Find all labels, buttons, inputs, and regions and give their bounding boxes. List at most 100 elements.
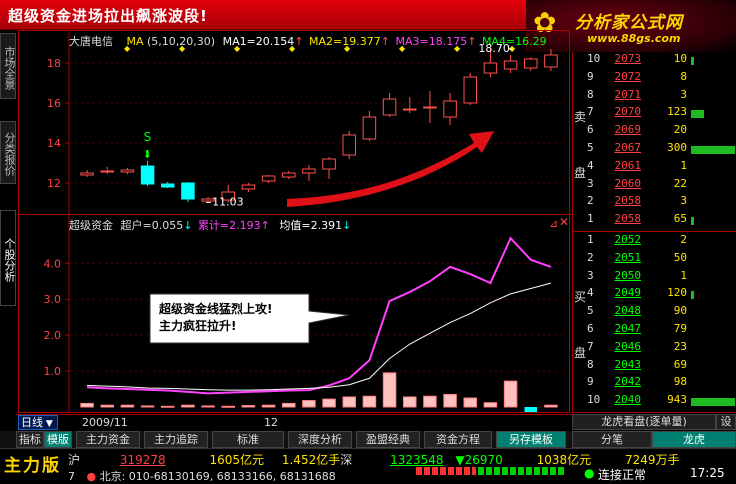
buy-row[interactable]: 8 2043 69	[573, 358, 736, 376]
sell-price: 2069	[614, 123, 642, 137]
tab-bar: 指标 模版 主力资金 主力追踪 标准 深度分析 盈盟经典 资金方程 另存模板 分…	[0, 431, 736, 448]
buy-volume: 50	[673, 250, 687, 264]
tab-main-funds[interactable]: 主力资金	[76, 431, 140, 448]
buy-row[interactable]: 2 2051 50	[573, 251, 736, 269]
ma-marker-dot: ◆	[234, 44, 241, 53]
period-selector[interactable]: 日线 ▼	[18, 415, 58, 430]
volume-bar	[382, 372, 397, 408]
buy-row[interactable]: 9 2042 98	[573, 375, 736, 393]
buy-level: 8	[587, 357, 594, 371]
sell-row[interactable]: 10 2073 10	[573, 52, 736, 70]
buy-row[interactable]: 7 2046 23	[573, 340, 736, 358]
chart-canvas[interactable]: 18161412◆◆◆◆◆◆◆◆ S⬇18.7011.03 4.03.02.01…	[19, 31, 569, 412]
sz-amount: 1038亿元	[536, 453, 592, 467]
sell-row[interactable]: 7 2070 123	[573, 105, 736, 123]
sell-price: 2067	[614, 141, 642, 154]
logo-url: www.88gs.com	[587, 32, 681, 45]
buy-price: 2052	[614, 233, 642, 246]
buy-level: 5	[587, 304, 594, 318]
annotation-text: 超级资金线猛烈上攻! 主力疯狂拉升!	[159, 302, 273, 333]
order-book-footer[interactable]: 龙虎看盘(逐单量)	[572, 414, 716, 430]
buy-level: 3	[587, 268, 594, 282]
tab-standard[interactable]: 标准	[212, 431, 284, 448]
candle-body	[241, 184, 256, 190]
connection-icon: ●	[584, 466, 595, 480]
x-date-2: 12	[264, 416, 278, 429]
buy-volume: 943	[667, 393, 687, 407]
sell-row[interactable]: 4 2061 1	[573, 159, 736, 177]
volume-bar	[443, 393, 457, 408]
tab-indicator[interactable]: 指标	[16, 431, 44, 448]
candle-body	[402, 108, 417, 111]
left-tab-category[interactable]: 分类报价	[0, 121, 16, 184]
volume-bar	[100, 404, 115, 408]
sell-volume: 8	[680, 69, 687, 83]
tab-classic[interactable]: 盈盟经典	[356, 431, 420, 448]
market-line-2: 7 ● 北京: 010-68130169, 68133166, 68131688	[68, 470, 336, 483]
chart-panel[interactable]: 大唐电信 MA (5,10,20,30) MA1=20.154↑ MA2=19.…	[18, 30, 571, 413]
buy-volume: 69	[673, 357, 687, 371]
buy-volume: 1	[680, 268, 687, 282]
sell-row[interactable]: 3 2060 22	[573, 177, 736, 195]
buy-row[interactable]: 5 2048 90	[573, 304, 736, 322]
left-tab-market[interactable]: 市场全景	[0, 33, 16, 99]
volume-bar	[503, 380, 518, 408]
volume-bar	[221, 405, 236, 408]
brand-label: 主力版	[4, 456, 61, 476]
sell-row[interactable]: 9 2072 8	[573, 70, 736, 88]
volume-bar	[423, 395, 437, 408]
sell-volume: 3	[680, 87, 687, 101]
sell-volume: 10	[673, 52, 687, 65]
sell-row[interactable]: 5 2067 300	[573, 141, 736, 159]
sell-volume: 20	[673, 123, 687, 137]
candle-body	[160, 183, 175, 188]
sell-volume: 3	[680, 194, 687, 208]
candle-body	[463, 76, 478, 104]
candle-body	[140, 165, 155, 185]
buy-price: 2049	[614, 286, 642, 300]
sell-level: 1	[587, 212, 594, 226]
buy-level: 9	[587, 375, 594, 389]
clock: 17:25	[690, 466, 725, 480]
tab-main-tracking[interactable]: 主力追踪	[144, 431, 208, 448]
sell-price: 2070	[614, 105, 642, 119]
candle-body	[503, 60, 518, 70]
tab-template[interactable]: 模版	[44, 431, 72, 448]
left-tab-stock-analysis[interactable]: 个股分析	[0, 210, 16, 306]
y-tick-label: 4.0	[44, 257, 62, 270]
buy-row[interactable]: 6 2047 79	[573, 322, 736, 340]
tab-fund-equation[interactable]: 资金方程	[424, 431, 492, 448]
breadth-bar	[416, 467, 576, 475]
tab-save-template[interactable]: 另存模板	[496, 431, 566, 448]
sell-level: 3	[587, 176, 594, 190]
high-price-label: 18.70	[478, 42, 510, 55]
buy-row[interactable]: 4 2049 120	[573, 286, 736, 304]
sell-row[interactable]: 1 2058 65	[573, 212, 736, 230]
tab-tick[interactable]: 分笔	[572, 431, 652, 448]
sell-level: 4	[587, 158, 594, 172]
buy-row[interactable]: 1 2052 2	[573, 233, 736, 251]
buy-volume: 79	[673, 322, 687, 335]
sell-row[interactable]: 8 2071 3	[573, 88, 736, 106]
order-book-settings-button[interactable]: 设	[716, 414, 736, 430]
sell-level: 8	[587, 87, 594, 101]
volume-bar	[181, 404, 195, 408]
trend-arrow-icon	[287, 131, 494, 207]
tab-dragon-tiger[interactable]: 龙虎	[652, 431, 736, 448]
sell-row[interactable]: 2 2058 3	[573, 194, 736, 212]
buy-volume: 98	[673, 375, 687, 389]
buy-price: 2042	[614, 375, 642, 389]
buy-price: 2043	[614, 357, 642, 371]
candle-body	[443, 100, 457, 118]
candle-body	[100, 170, 115, 173]
sell-level: 7	[587, 105, 594, 119]
buy-level: 10	[587, 393, 601, 407]
buy-row[interactable]: 3 2050 1	[573, 269, 736, 287]
sell-row[interactable]: 6 2069 20	[573, 123, 736, 141]
tab-deep-analysis[interactable]: 深度分析	[288, 431, 352, 448]
volume-bar	[524, 407, 538, 412]
sell-level: 6	[587, 123, 594, 137]
buy-row[interactable]: 10 2040 943	[573, 393, 736, 411]
sell-volume: 22	[673, 176, 687, 190]
connection-status: 连接正常	[598, 468, 647, 482]
